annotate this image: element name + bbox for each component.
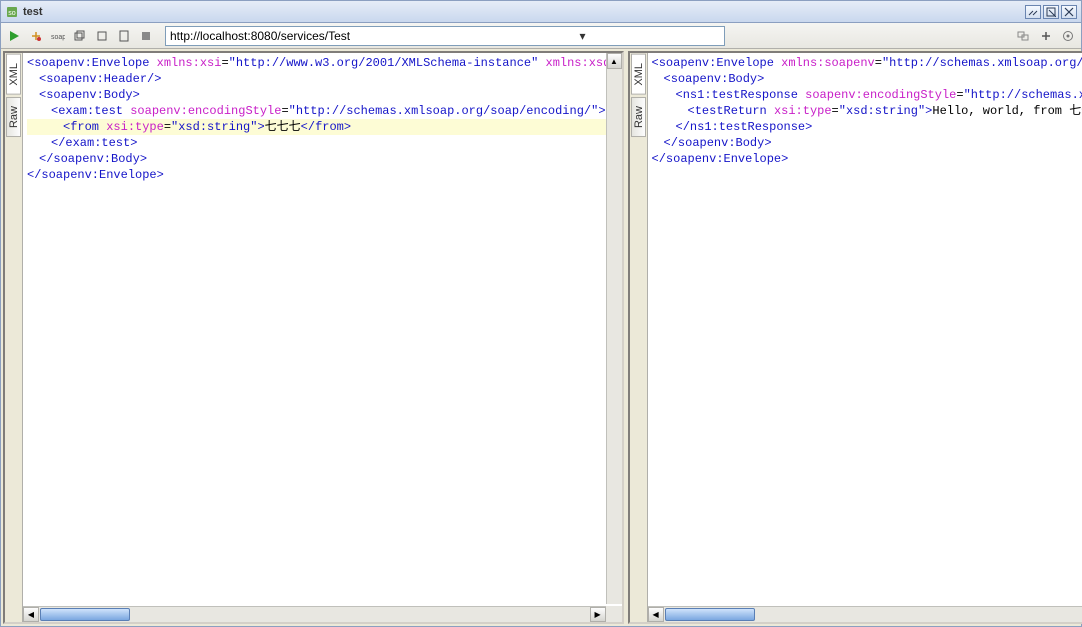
response-editor[interactable]: <soapenv:Envelope xmlns:soapenv="http://… — [648, 53, 1082, 622]
request-tabs: XML Raw — [5, 53, 23, 622]
scroll-left-icon[interactable]: ◀ — [648, 607, 664, 622]
tool-icon-1[interactable] — [1015, 27, 1033, 45]
svg-text:so: so — [8, 10, 16, 17]
endpoint-combo[interactable]: http://localhost:8080/services/Test ▾ — [165, 26, 725, 46]
code-line[interactable]: <testReturn xsi:type="xsd:string">Hello,… — [652, 103, 1082, 119]
code-line[interactable]: <soapenv:Header/> — [27, 71, 618, 87]
soap-icon[interactable]: so­ap — [49, 27, 67, 45]
scroll-right-icon[interactable]: ▶ — [590, 607, 606, 622]
scroll-corner — [606, 606, 622, 622]
h-scrollbar[interactable]: ◀ ▶ — [648, 606, 1082, 622]
scroll-up-icon[interactable]: ▲ — [607, 53, 622, 69]
scroll-thumb[interactable] — [40, 608, 130, 621]
code-line[interactable]: </soapenv:Body> — [652, 135, 1082, 151]
window-minimize-icon[interactable] — [1025, 5, 1041, 19]
gear-icon[interactable] — [1059, 27, 1077, 45]
request-pane: XML Raw <soapenv:Envelope xmlns:xsi="htt… — [3, 51, 624, 624]
request-editor[interactable]: <soapenv:Envelope xmlns:xsi="http://www.… — [23, 53, 622, 622]
code-line[interactable]: <exam:test soapenv:encodingStyle="http:/… — [27, 103, 618, 119]
code-line[interactable]: </soapenv:Envelope> — [27, 167, 618, 183]
code-line[interactable]: <soapenv:Body> — [27, 87, 618, 103]
dropdown-icon[interactable]: ▾ — [445, 27, 720, 45]
window-maximize-icon[interactable] — [1043, 5, 1059, 19]
h-scrollbar[interactable]: ◀ ▶ — [23, 606, 606, 622]
code-line[interactable]: </soapenv:Envelope> — [652, 151, 1082, 167]
window-close-icon[interactable] — [1061, 5, 1077, 19]
stop-icon[interactable] — [137, 27, 155, 45]
code-line[interactable]: <soapenv:Body> — [652, 71, 1082, 87]
toolbar: so­ap http://localhost:8080/services/Tes… — [1, 23, 1081, 49]
app-icon: so — [5, 5, 19, 19]
run-button[interactable] — [5, 27, 23, 45]
svg-text:so­ap: so­ap — [51, 34, 65, 41]
stacked-windows-icon[interactable] — [71, 27, 89, 45]
response-pane: XML Raw <soapenv:Envelope xmlns:soapenv=… — [628, 51, 1082, 624]
code-line[interactable]: </exam:test> — [27, 135, 618, 151]
response-code[interactable]: <soapenv:Envelope xmlns:soapenv="http://… — [648, 53, 1082, 622]
tab-raw[interactable]: Raw — [631, 97, 646, 137]
code-line[interactable]: <ns1:testResponse soapenv:encodingStyle=… — [652, 87, 1082, 103]
window-title: test — [23, 6, 1023, 18]
code-line[interactable]: <soapenv:Envelope xmlns:xsi="http://www.… — [27, 55, 618, 71]
content: XML Raw <soapenv:Envelope xmlns:xsi="htt… — [1, 49, 1081, 626]
response-tabs: XML Raw — [630, 53, 648, 622]
scroll-thumb[interactable] — [665, 608, 755, 621]
v-scrollbar[interactable]: ▲ — [606, 53, 622, 604]
tab-xml[interactable]: XML — [6, 54, 21, 95]
request-code[interactable]: <soapenv:Envelope xmlns:xsi="http://www.… — [23, 53, 622, 622]
titlebar: so test — [1, 1, 1081, 23]
single-window-icon[interactable] — [93, 27, 111, 45]
scroll-track[interactable] — [756, 607, 1082, 622]
endpoint-url: http://localhost:8080/services/Test — [170, 29, 445, 43]
scroll-track[interactable] — [131, 607, 590, 622]
code-line[interactable]: </ns1:testResponse> — [652, 119, 1082, 135]
plus-icon[interactable] — [1037, 27, 1055, 45]
scroll-left-icon[interactable]: ◀ — [23, 607, 39, 622]
doc-icon[interactable] — [115, 27, 133, 45]
add-button[interactable] — [27, 27, 45, 45]
tab-raw[interactable]: Raw — [6, 97, 21, 137]
tab-xml[interactable]: XML — [631, 54, 646, 95]
code-line[interactable]: <soapenv:Envelope xmlns:soapenv="http://… — [652, 55, 1082, 71]
code-line[interactable]: <from xsi:type="xsd:string">七七七</from> — [27, 119, 618, 135]
app-window: so test so­ap http://localhost:8080/serv — [0, 0, 1082, 627]
code-line[interactable]: </soapenv:Body> — [27, 151, 618, 167]
